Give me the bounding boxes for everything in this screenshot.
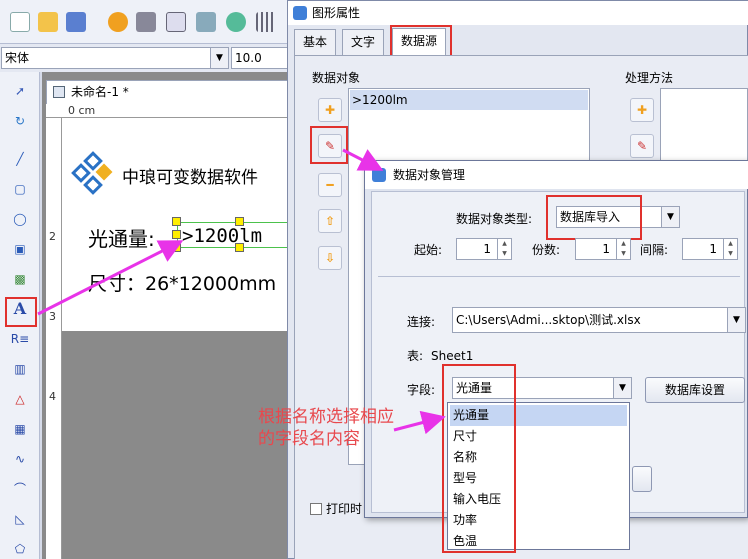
- arrow-edit-button: [342, 148, 384, 171]
- arrow-text-tool: [37, 240, 184, 316]
- arrow-field-list: [393, 410, 446, 435]
- app-window: 宋体 ▼ 10.0 ➚ ↻ ╱ ▢ ◯ ▣ ▩ A R≡ ▥ △ ▦ ∿ ⌒ ◺…: [0, 0, 748, 559]
- annotation-arrows: [37, 148, 446, 435]
